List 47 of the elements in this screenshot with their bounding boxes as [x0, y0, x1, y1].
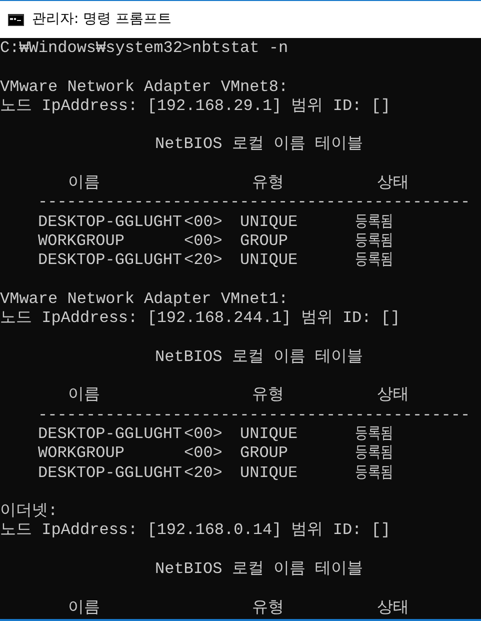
table-cell: 등록됨: [355, 464, 394, 483]
node-address-line: 노드 IpAddress: [192.168.29.1] 범위 ID: []: [0, 96, 390, 115]
adapter-name: VMware Network Adapter VMnet1:: [0, 290, 288, 308]
table-cell: DESKTOP-GGLUGHT: [38, 251, 182, 270]
column-header: 유형: [252, 174, 284, 192]
table-title: NetBIOS 로컬 이름 테이블: [155, 560, 364, 578]
column-header: 이름: [68, 598, 100, 617]
table-title: NetBIOS 로컬 이름 테이블: [155, 135, 364, 154]
separator-line: ---------------------------------------------: [38, 406, 470, 424]
table-cell: UNIQUE: [240, 212, 298, 231]
column-header: 유형: [252, 386, 284, 404]
table-cell: 등록됨: [355, 251, 394, 271]
table-cell: <20>: [184, 464, 222, 482]
column-header: 유형: [252, 598, 284, 617]
node-address-line: 노드 IpAddress: [192.168.244.1] 범위 ID: []: [0, 309, 400, 328]
table-cell: 등록됨: [355, 424, 394, 444]
column-header: 이름: [68, 386, 100, 404]
window-title: 관리자: 명령 프롬프트: [32, 10, 172, 29]
table-cell: GROUP: [240, 444, 288, 462]
adapter-name: VMware Network Adapter VMnet8:: [0, 78, 288, 96]
column-header: 상태: [377, 598, 409, 617]
table-cell: 등록됨: [355, 232, 394, 252]
table-cell: DESKTOP-GGLUGHT: [38, 212, 182, 231]
table-cell: UNIQUE: [240, 251, 298, 270]
node-address-line: 노드 IpAddress: [192.168.0.14] 범위 ID: []: [0, 521, 390, 540]
table-cell: WORKGROUP: [38, 232, 124, 250]
table-cell: DESKTOP-GGLUGHT: [38, 464, 182, 482]
table-cell: WORKGROUP: [38, 444, 124, 462]
table-cell: <00>: [184, 232, 222, 250]
table-cell: 등록됨: [355, 212, 394, 232]
console-icon: [8, 14, 24, 26]
table-cell: 등록됨: [355, 444, 394, 464]
column-header: 상태: [377, 386, 409, 404]
command-line: C:₩Windows₩system32>nbtstat -n: [0, 39, 288, 57]
table-cell: <00>: [184, 424, 222, 443]
table-cell: UNIQUE: [240, 464, 298, 482]
table-cell: <20>: [184, 251, 222, 270]
table-cell: <00>: [184, 444, 222, 462]
table-cell: GROUP: [240, 232, 288, 250]
table-cell: DESKTOP-GGLUGHT: [38, 424, 182, 443]
table-cell: UNIQUE: [240, 424, 298, 443]
table-cell: <00>: [184, 212, 222, 231]
adapter-name: 이더넷:: [0, 502, 58, 520]
column-header: 이름: [68, 174, 100, 192]
column-header: 상태: [377, 174, 409, 192]
table-title: NetBIOS 로컬 이름 테이블: [155, 348, 364, 366]
separator-line: ---------------------------------------------: [38, 193, 470, 212]
